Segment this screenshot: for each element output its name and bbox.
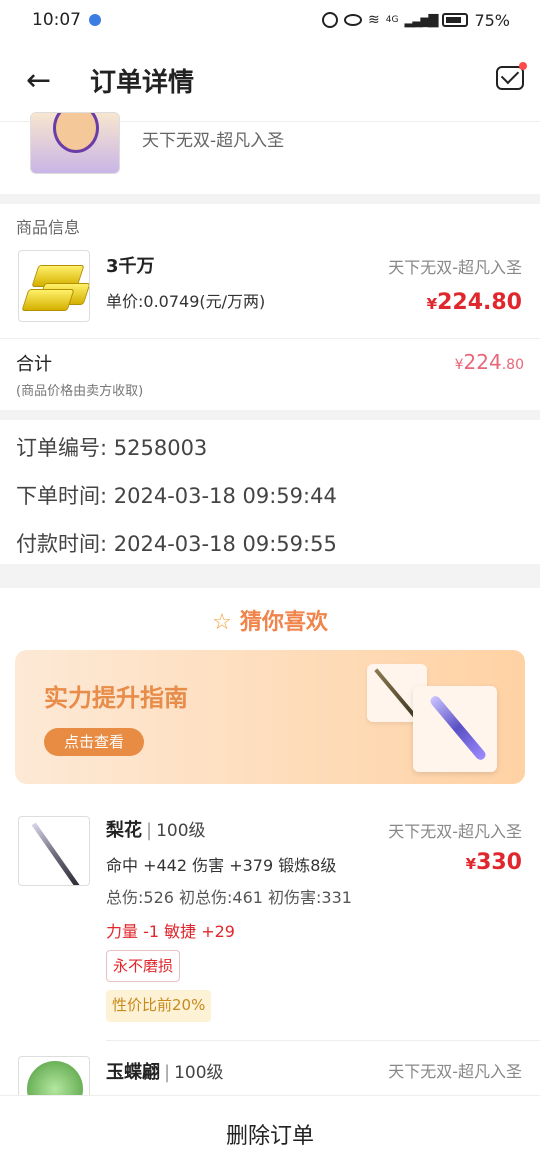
durability-tag: 永不磨损 <box>106 950 181 982</box>
battery-icon <box>442 13 469 27</box>
item-price: ¥224.80 <box>426 290 522 315</box>
rec-item-attributes: 力量 -1 敏捷 +29 <box>106 922 235 941</box>
value-tag: 性价比前20% <box>106 990 212 1022</box>
order-created-row: 下单时间: 2024-03-18 09:59:44 <box>16 484 337 508</box>
rec-item-title-2[interactable]: 玉蝶翩 | 100级 <box>106 1058 224 1084</box>
recommend-section: ☆ 猜你喜欢 实力提升指南 点击查看 梨花 | 100级 天下无双-超凡入圣 命中 +… <box>0 588 540 1106</box>
guide-banner[interactable]: 实力提升指南 点击查看 <box>15 650 525 784</box>
delete-order-button[interactable]: 删除订单 <box>0 1118 540 1150</box>
seller-avatar <box>30 112 120 174</box>
total-note: (商品价格由卖方收取) <box>16 384 144 399</box>
wifi-icon: ≋ <box>368 12 380 28</box>
seller-server: 天下无双-超凡入圣 <box>142 131 285 151</box>
status-bar: 10:07 ≋ 4G ▂▃▅▇ 75% <box>0 0 540 40</box>
order-number[interactable]: 5258003 <box>114 436 208 460</box>
sword-image <box>413 686 497 772</box>
gold-item-image[interactable] <box>18 250 90 322</box>
total-label: 合计 <box>16 354 52 375</box>
rec-item-server: 天下无双-超凡入圣 <box>388 822 522 841</box>
rec-item-stats: 命中 +442 伤害 +379 锻炼8级 <box>106 856 337 875</box>
section-label: 商品信息 <box>16 218 81 237</box>
seller-card: 天下无双-超凡入圣 <box>0 112 540 194</box>
weapon-image[interactable] <box>18 816 90 886</box>
speed-icon <box>322 12 338 28</box>
rec-item-damage: 总伤:526 初总伤:461 初伤害:331 <box>106 888 352 907</box>
top-nav: ← 订单详情 <box>0 40 540 122</box>
page-title: 订单详情 <box>90 68 195 98</box>
order-number-row: 订单编号: 5258003 <box>16 436 208 460</box>
app-notification-icon <box>89 14 101 26</box>
order-info: 订单编号: 5258003 下单时间: 2024-03-18 09:59:44 … <box>0 420 540 564</box>
mail-icon[interactable] <box>496 62 527 90</box>
total-price: ¥224.80 <box>454 350 524 374</box>
star-icon: ☆ <box>212 610 232 635</box>
rec-item-price: ¥330 <box>465 850 522 875</box>
unread-dot <box>519 62 527 70</box>
item-name: 3千万 <box>106 256 155 277</box>
goods-section: 商品信息 3千万 天下无双-超凡入圣 单价:0.0749(元/万两) ¥224.… <box>0 204 540 410</box>
signal-icon: ▂▃▅▇ <box>404 12 438 28</box>
bottom-bar: 删除订单 <box>0 1095 540 1170</box>
recommend-title: ☆ 猜你喜欢 <box>212 610 328 635</box>
back-arrow-icon[interactable]: ← <box>26 63 66 98</box>
eye-icon <box>344 14 362 26</box>
network-type: 4G <box>385 15 399 25</box>
rec-item-title[interactable]: 梨花 | 100级 <box>106 816 206 842</box>
battery-level: 75% <box>474 10 510 30</box>
unit-price: 单价:0.0749(元/万两) <box>106 292 266 311</box>
order-paid-row: 付款时间: 2024-03-18 09:59:55 <box>16 532 337 556</box>
banner-view-button[interactable]: 点击查看 <box>44 728 144 756</box>
banner-title: 实力提升指南 <box>44 684 188 712</box>
rec-item-server-2: 天下无双-超凡入圣 <box>388 1062 522 1081</box>
status-time: 10:07 <box>32 10 81 30</box>
item-server: 天下无双-超凡入圣 <box>388 258 522 277</box>
